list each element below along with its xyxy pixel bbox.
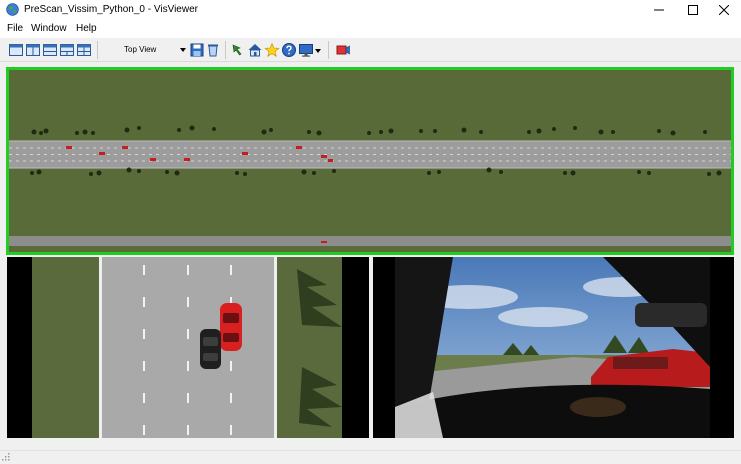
layout-four-button[interactable] [76, 42, 92, 58]
follow-view-viewport[interactable] [7, 257, 369, 438]
view-select[interactable]: Top View [112, 42, 188, 58]
layout-two-columns-button[interactable] [25, 42, 41, 58]
toolbar-separator [328, 41, 329, 59]
help-icon [282, 43, 296, 57]
minimize-icon [654, 9, 664, 11]
save-button[interactable] [189, 42, 205, 58]
delete-icon [208, 44, 218, 57]
vehicle-marker [321, 241, 327, 243]
status-bar [0, 450, 741, 464]
vehicle-marker [66, 146, 72, 149]
toolbar-separator [97, 41, 98, 59]
maximize-button[interactable] [676, 0, 710, 20]
pick-icon [232, 44, 242, 56]
home-button[interactable] [247, 42, 263, 58]
screen-button[interactable] [298, 42, 314, 58]
vehicle-marker [150, 158, 156, 161]
top-view-viewport[interactable] [6, 67, 734, 255]
minimize-button[interactable] [642, 0, 676, 20]
maximize-icon [688, 5, 698, 15]
chevron-down-icon[interactable] [315, 49, 321, 53]
layout-single-button[interactable] [8, 42, 24, 58]
menu-help[interactable]: Help [76, 23, 97, 34]
delete-button[interactable] [205, 42, 221, 58]
layout-single-icon [9, 44, 23, 56]
vehicle-marker [122, 146, 128, 149]
chevron-down-icon [180, 48, 186, 52]
layout-two-columns-icon [26, 44, 40, 56]
vehicle-marker [296, 146, 302, 149]
layout-two-rows-icon [43, 44, 57, 56]
driver-view-viewport[interactable] [373, 257, 734, 438]
title-bar: PreScan_Vissim_Python_0 - VisViewer [0, 0, 741, 20]
close-icon [719, 5, 729, 15]
menu-file[interactable]: File [7, 23, 23, 34]
resize-grip-icon[interactable] [2, 453, 10, 461]
toolbar: Top View [0, 38, 741, 62]
ego-vehicle [220, 303, 242, 351]
vehicle-marker [242, 152, 248, 155]
layout-three-icon [60, 44, 74, 56]
other-vehicle [200, 329, 221, 369]
vehicle-marker [99, 152, 105, 155]
pick-button[interactable] [230, 42, 246, 58]
globe-icon [6, 3, 19, 16]
vehicle-marker [184, 158, 190, 161]
home-icon [248, 44, 262, 57]
workspace [0, 62, 741, 450]
view-select-value: Top View [124, 45, 157, 54]
record-button[interactable] [335, 42, 351, 58]
layout-four-icon [77, 44, 91, 56]
screen-icon [299, 44, 313, 57]
layout-two-rows-button[interactable] [42, 42, 58, 58]
star-button[interactable] [264, 42, 280, 58]
window-title: PreScan_Vissim_Python_0 - VisViewer [24, 4, 198, 15]
toolbar-separator [225, 41, 226, 59]
vehicle-marker [328, 159, 333, 162]
record-icon [336, 45, 350, 55]
help-button[interactable] [281, 42, 297, 58]
save-icon [190, 43, 204, 57]
vehicle-marker [321, 155, 327, 158]
close-button[interactable] [707, 0, 741, 20]
top-view-scene [9, 70, 731, 252]
star-icon [264, 42, 280, 57]
menu-bar: File Window Help [0, 20, 741, 38]
driver-view-scene [373, 257, 734, 438]
menu-window[interactable]: Window [31, 23, 67, 34]
layout-three-button[interactable] [59, 42, 75, 58]
follow-view-scene [7, 257, 369, 438]
